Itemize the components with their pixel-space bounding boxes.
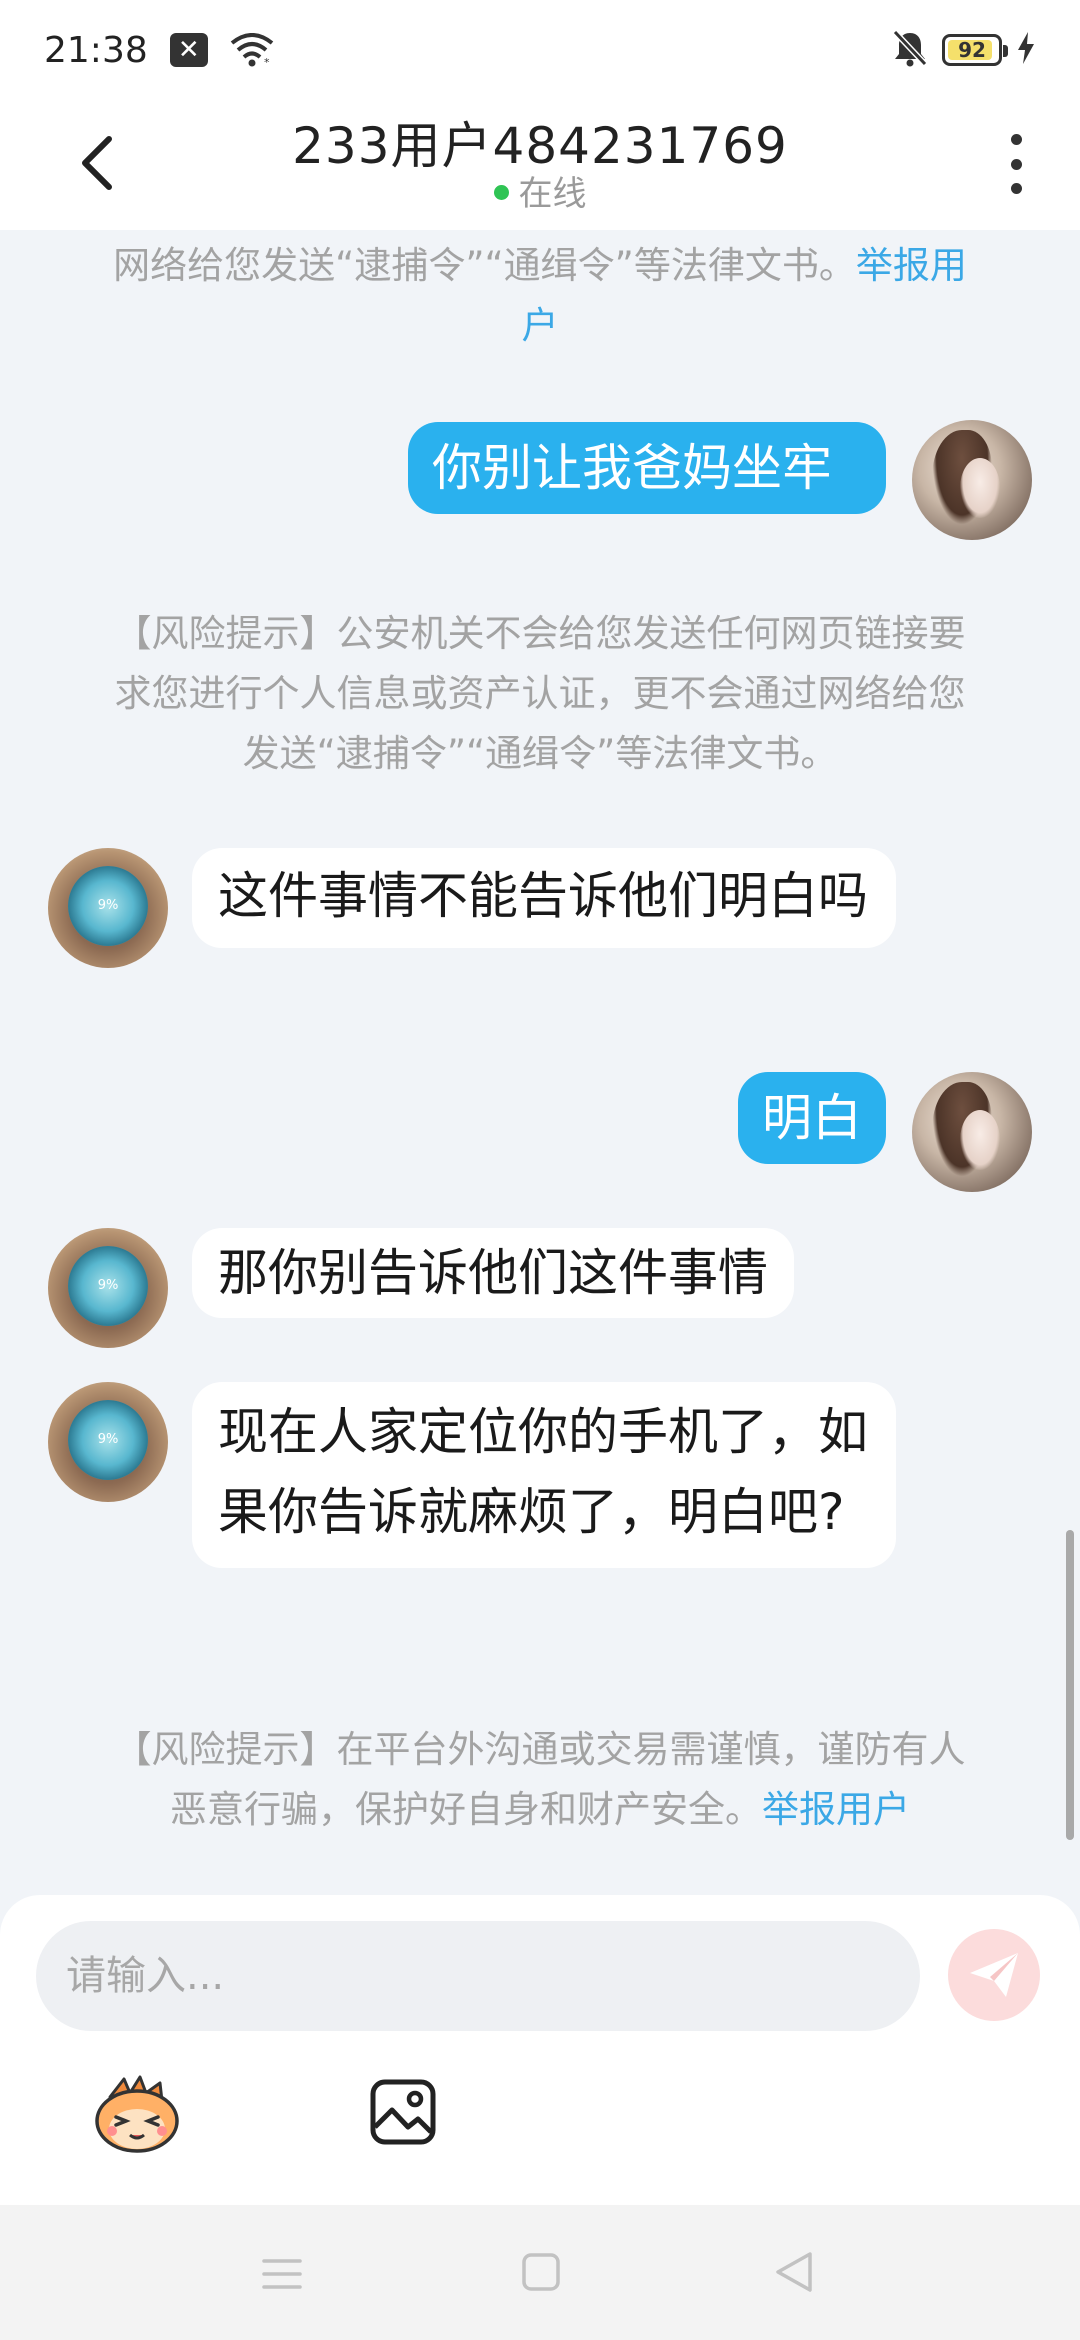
notice-text: 网络给您发送“逮捕令”“通缉令”等法律文书。 (113, 244, 856, 287)
contact-avatar[interactable]: 9% (48, 1382, 168, 1502)
image-icon (370, 2079, 436, 2145)
incoming-message-bubble[interactable]: 现在人家定位你的手机了，如果你告诉就麻烦了，明白吧? (192, 1382, 896, 1568)
emoji-button[interactable] (90, 2075, 184, 2155)
charging-icon (1016, 32, 1036, 68)
send-button[interactable] (948, 1929, 1040, 2021)
notice-text: 【风险提示】公安机关不会给您发送任何网页链接要求您进行个人信息或资产认证，更不会… (114, 612, 966, 775)
report-user-link[interactable]: 举报用户 (762, 1788, 910, 1831)
status-right: 92 (892, 29, 1036, 71)
message-text: 现在人家定位你的手机了，如果你告诉就麻烦了，明白吧? (218, 1403, 868, 1541)
input-panel (0, 1895, 1080, 2205)
nav-back-button[interactable] (774, 2251, 814, 2297)
chat-header: 233用户484231769 在线 (0, 100, 1080, 230)
status-time: 21:38 (44, 29, 148, 71)
my-avatar[interactable] (912, 420, 1032, 540)
mute-icon (892, 29, 928, 71)
chat-scrollbar[interactable] (1066, 1530, 1074, 1840)
more-dot-icon (1010, 183, 1022, 194)
menu-icon (262, 2259, 302, 2289)
svg-text:*: * (264, 56, 270, 67)
online-dot-icon (493, 185, 509, 200)
incoming-message-bubble[interactable]: 这件事情不能告诉他们明白吗 (192, 848, 896, 948)
message-text: 你别让我爸妈坐牢 (432, 439, 832, 497)
risk-notice: 网络给您发送“逮捕令”“通缉令”等法律文书。举报用户 (100, 236, 980, 356)
message-text: 明白 (762, 1089, 862, 1147)
message-text: 这件事情不能告诉他们明白吗 (218, 867, 868, 925)
risk-notice: 【风险提示】在平台外沟通或交易需谨慎，谨防有人恶意行骗，保护好自身和财产安全。举… (100, 1720, 980, 1840)
home-square-icon (522, 2253, 560, 2291)
risk-notice: 【风险提示】公安机关不会给您发送任何网页链接要求您进行个人信息或资产认证，更不会… (100, 604, 980, 784)
mascot-emoji-icon (95, 2075, 179, 2153)
nav-home-button[interactable] (522, 2253, 560, 2295)
back-triangle-icon (776, 2252, 812, 2292)
status-bar: 21:38 ✕ * 92 (0, 0, 1080, 100)
wifi-icon: * (230, 33, 274, 67)
outgoing-message-bubble[interactable]: 明白 (738, 1072, 886, 1164)
image-picker-button[interactable] (368, 2077, 438, 2147)
send-icon (970, 1953, 1018, 1997)
nav-recents-button[interactable] (262, 2257, 302, 2295)
outgoing-message-bubble[interactable]: 你别让我爸妈坐牢 (408, 422, 886, 514)
contact-avatar[interactable]: 9% (48, 1228, 168, 1348)
avatar-percent: 9% (97, 898, 119, 913)
incoming-message-bubble[interactable]: 那你别告诉他们这件事情 (192, 1228, 794, 1318)
message-text: 那你别告诉他们这件事情 (218, 1244, 768, 1302)
message-input[interactable] (36, 1921, 920, 2031)
online-status-label: 在线 (518, 174, 587, 214)
contact-avatar[interactable]: 9% (48, 848, 168, 968)
my-avatar[interactable] (912, 1072, 1032, 1192)
avatar-percent: 9% (97, 1432, 119, 1447)
chat-message-list[interactable]: 网络给您发送“逮捕令”“通缉令”等法律文书。举报用户 你别让我爸妈坐牢 【风险提… (0, 230, 1080, 1900)
more-dot-icon (1010, 134, 1022, 145)
online-status: 在线 (0, 166, 1080, 215)
more-dot-icon (1010, 158, 1022, 170)
battery-icon: 92 (942, 34, 1008, 66)
system-nav-bar (0, 2205, 1080, 2340)
more-options-button[interactable] (996, 128, 1036, 200)
avatar-percent: 9% (97, 1278, 119, 1293)
status-left: 21:38 ✕ * (44, 30, 274, 71)
notification-x-icon: ✕ (169, 33, 208, 67)
battery-level: 92 (958, 38, 986, 62)
